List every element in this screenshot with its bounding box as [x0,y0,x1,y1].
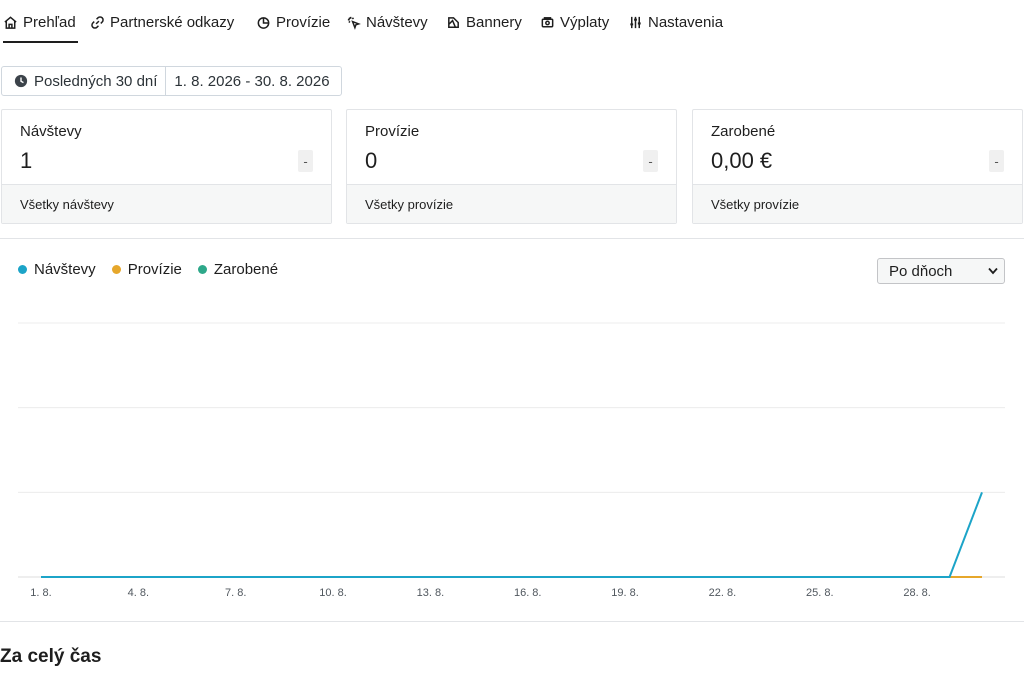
card-link[interactable]: Všetky provízie [693,184,1022,223]
stat-card-visits: Návštevy 1 - Všetky návštevy [1,109,332,224]
tab-payouts[interactable]: Výplaty [540,8,609,36]
tab-affiliate-links[interactable]: Partnerské odkazy [90,8,234,36]
cursor-click-icon [347,16,361,30]
x-tick-label: 7. 8. [225,587,246,599]
legend-label: Návštevy [34,261,96,278]
legend-label: Zarobené [213,261,279,278]
line-chart: 1. 8. 4. 8. 7. 8. 10. 8. 13. 8. 16. 8. 19. 8. 2… [18,322,1005,599]
nav-tabs: Prehľad Partnerské odkazy Provízie Návšt… [0,0,1024,44]
x-tick-label: 22. 8. [709,587,737,599]
date-range-button[interactable]: 1. 8. 2026 - 30. 8. 2026 [166,67,340,95]
interval-select[interactable]: Po dňoch [877,258,1005,284]
chevron-down-icon [988,267,998,275]
x-tick-label: 16. 8. [514,587,542,599]
card-title: Zarobené [711,123,776,140]
sliders-icon [630,16,641,28]
cash-icon [541,16,554,27]
divider [0,621,1024,622]
legend-dot [197,265,207,274]
date-preset-label: Posledných 30 dní [34,72,158,90]
card-link[interactable]: Všetky návštevy [2,184,331,223]
stat-card-commissions: Provízie 0 - Všetky provízie [346,109,677,224]
pie-chart-icon [257,16,270,29]
tab-commissions[interactable]: Provízie [256,8,330,36]
tab-label: Provízie [276,13,331,31]
link-icon [91,15,104,29]
divider [0,238,1024,239]
tab-banners[interactable]: Bannery [446,8,522,36]
tab-overview[interactable]: Prehľad [3,8,78,43]
card-delta: - [298,150,313,172]
stat-card-earned: Zarobené 0,00 € - Všetky provízie [692,109,1023,224]
x-tick-label: 10. 8. [319,587,347,599]
chart-legend: Návštevy Provízie Zarobené [18,261,294,278]
date-range-label: 1. 8. 2026 - 30. 8. 2026 [174,72,330,90]
tab-label: Bannery [466,13,522,31]
legend-item-earned[interactable]: Zarobené [197,261,279,278]
x-tick-label: 1. 8. [30,587,51,599]
x-tick-label: 28. 8. [903,587,931,599]
banner-icon [448,16,459,28]
tab-visits[interactable]: Návštevy [346,8,428,36]
card-value: 1 [20,148,33,173]
tab-label: Výplaty [560,13,610,31]
card-delta: - [989,150,1004,172]
tab-label: Partnerské odkazy [110,13,235,31]
home-icon [4,15,17,29]
card-value: 0,00 € [711,148,773,173]
legend-label: Provízie [127,261,182,278]
legend-dot [111,265,121,274]
card-delta: - [643,150,658,172]
tab-settings[interactable]: Nastavenia [628,8,723,36]
card-value: 0 [365,148,378,173]
date-range-picker: Posledných 30 dní 1. 8. 2026 - 30. 8. 20… [1,66,342,96]
x-tick-label: 25. 8. [806,587,834,599]
interval-select-value: Po dňoch [889,262,953,280]
card-title: Návštevy [20,123,82,140]
legend-item-visits[interactable]: Návštevy [18,261,96,278]
tab-label: Prehľad [23,13,76,31]
card-title: Provízie [365,123,420,140]
section-title: Za celý čas [0,646,102,667]
date-preset-button[interactable]: Posledných 30 dní [2,67,167,95]
clock-icon [14,74,28,88]
series-line-návštevy [41,491,983,578]
card-link[interactable]: Všetky provízie [347,184,676,223]
tab-label: Nastavenia [648,13,724,31]
legend-item-commissions[interactable]: Provízie [111,261,182,278]
legend-dot [18,265,27,274]
x-tick-label: 13. 8. [417,587,445,599]
x-tick-label: 19. 8. [611,587,639,599]
tab-label: Návštevy [366,13,428,31]
x-tick-label: 4. 8. [128,587,149,599]
